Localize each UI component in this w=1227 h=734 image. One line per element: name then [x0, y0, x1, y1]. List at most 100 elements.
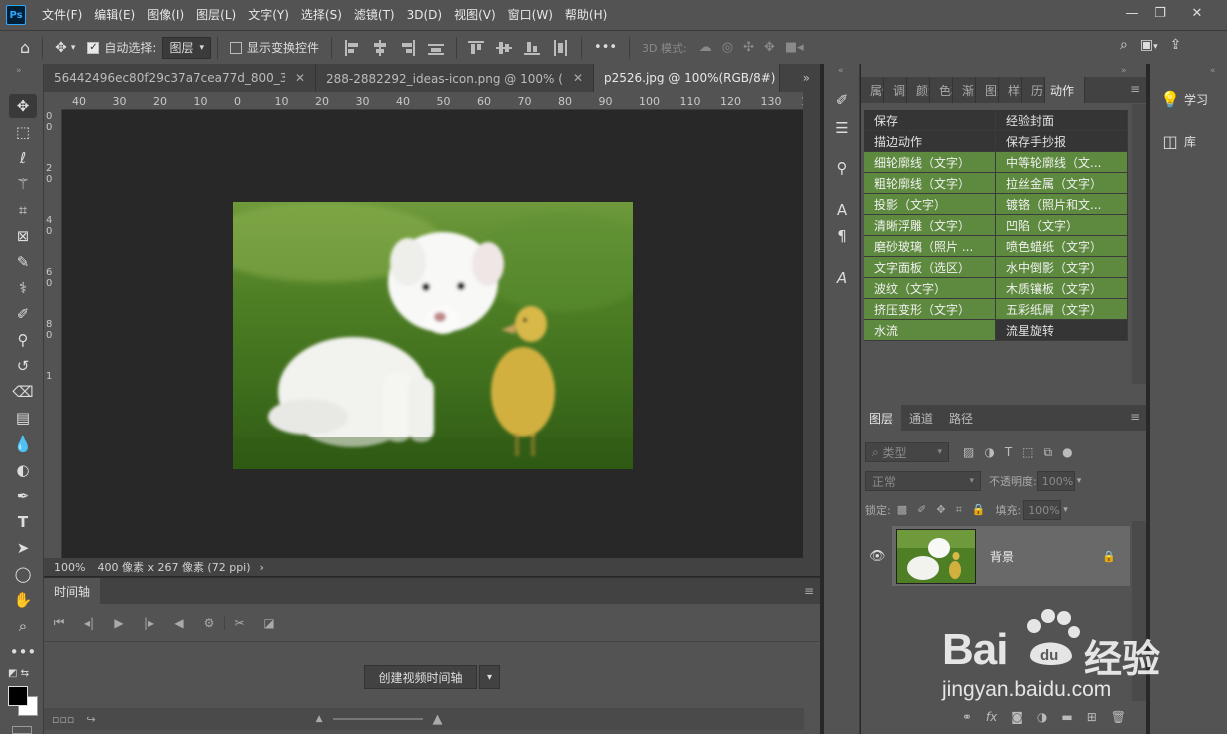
tab-gradients[interactable]: 渐变 — [953, 77, 976, 103]
blur-tool-icon[interactable]: 💧 — [9, 432, 37, 456]
prev-frame-icon[interactable]: ◂| — [74, 616, 104, 630]
close-tab-icon[interactable]: ✕ — [573, 71, 583, 85]
3d-slide-icon[interactable]: ✥ — [764, 40, 775, 55]
lock-all-icon[interactable]: 🔒 — [972, 503, 986, 517]
action-button[interactable]: 描边动作 — [864, 131, 996, 151]
action-button[interactable]: 喷色蜡纸（文字） — [996, 236, 1128, 256]
menu-filter[interactable]: 滤镜(T) — [348, 0, 401, 30]
tab-adjustments[interactable]: 调整 — [884, 77, 907, 103]
render-icon[interactable]: ↪ — [74, 713, 95, 726]
clone-source-icon[interactable]: ⚲ — [830, 156, 854, 180]
edit-toolbar-icon[interactable]: ••• — [9, 640, 37, 664]
fx-icon[interactable]: fx — [986, 710, 997, 724]
menu-edit[interactable]: 编辑(E) — [88, 0, 141, 30]
tab-history[interactable]: 历史 — [1022, 77, 1045, 103]
3d-scale-icon[interactable]: ■◂ — [785, 40, 804, 55]
split-icon[interactable]: ✂ — [224, 615, 254, 630]
close-tab-icon[interactable]: ✕ — [295, 71, 305, 85]
collapse-icon[interactable]: « — [838, 66, 844, 76]
action-button[interactable]: 五彩纸屑（文字） — [996, 299, 1128, 319]
create-video-timeline-button[interactable]: 创建视频时间轴 — [364, 665, 477, 689]
tab-channels[interactable]: 通道 — [901, 405, 941, 431]
action-button[interactable]: 凹陷（文字） — [996, 215, 1128, 235]
zoom-in-icon[interactable]: ▲ — [433, 712, 443, 727]
align-right-icon[interactable] — [399, 39, 417, 56]
lasso-tool-icon[interactable]: ℓ — [9, 146, 37, 170]
home-icon[interactable]: ⌂ — [14, 38, 36, 57]
tab-actions[interactable]: 动作 — [1045, 77, 1085, 103]
filter-toggle-icon[interactable]: ● — [1062, 445, 1072, 460]
restore-button[interactable]: ❐ — [1143, 0, 1177, 26]
zoom-out-icon[interactable]: ▲ — [316, 714, 323, 724]
show-transform-checkbox[interactable]: 显示变换控件 — [224, 39, 325, 56]
menu-file[interactable]: 文件(F) — [36, 0, 88, 30]
chevron-down-icon[interactable]: ▾ — [1077, 476, 1082, 486]
menu-window[interactable]: 窗口(W) — [502, 0, 559, 30]
brush-tool-icon[interactable]: ✐ — [9, 302, 37, 326]
align-bottom-icon[interactable] — [524, 40, 542, 56]
auto-select-dropdown[interactable]: 图层 ▾ — [162, 36, 212, 59]
new-group-icon[interactable]: ▬ — [1061, 710, 1072, 724]
panel-menu-icon[interactable]: ≡ — [804, 584, 820, 598]
crop-tool-icon[interactable]: ⌗ — [9, 198, 37, 222]
menu-3d[interactable]: 3D(D) — [401, 0, 448, 30]
clone-stamp-tool-icon[interactable]: ⚲ — [9, 328, 37, 352]
marquee-tool-icon[interactable]: ⬚ — [9, 120, 37, 144]
expand-icon[interactable]: » — [1121, 66, 1127, 76]
action-button[interactable]: 经验封面 — [996, 110, 1128, 130]
action-button[interactable]: 拉丝金属（文字） — [996, 173, 1128, 193]
3d-orbit-icon[interactable]: ☁ — [699, 40, 712, 55]
play-icon[interactable]: ▶ — [104, 616, 134, 630]
link-layers-icon[interactable]: ⚭ — [962, 710, 972, 724]
new-adjustment-layer-icon[interactable]: ◑ — [1037, 710, 1047, 724]
search-icon[interactable]: ⌕ — [1120, 37, 1128, 53]
menu-select[interactable]: 选择(S) — [295, 0, 348, 30]
zoom-tool-icon[interactable]: ⌕ — [9, 614, 37, 638]
new-layer-icon[interactable]: ⊞ — [1087, 710, 1097, 724]
zoom-slider[interactable] — [332, 718, 423, 720]
settings-icon[interactable]: ⚙ — [194, 616, 224, 630]
tab-properties[interactable]: 属性 — [861, 77, 884, 103]
quick-mask-icon[interactable] — [12, 726, 32, 734]
status-menu-arrow-icon[interactable]: › — [253, 561, 263, 574]
chevron-down-icon[interactable]: ▾ — [1063, 505, 1068, 515]
paragraph-icon[interactable]: ¶ — [830, 224, 854, 248]
move-tool-icon[interactable]: ✥ — [9, 94, 37, 118]
next-frame-icon[interactable]: |▸ — [134, 616, 164, 630]
menu-view[interactable]: 视图(V) — [448, 0, 502, 30]
document-image[interactable] — [233, 202, 633, 469]
tab-doc-3-active[interactable]: p2526.jpg @ 100%(RGB/8#)✕ — [594, 64, 780, 92]
action-button[interactable]: 粗轮廓线（文字） — [864, 173, 996, 193]
close-button[interactable]: ✕ — [1180, 0, 1214, 26]
add-mask-icon[interactable]: ◙ — [1011, 710, 1023, 724]
tab-patterns[interactable]: 图案 — [976, 77, 999, 103]
action-button[interactable]: 保存手抄报 — [996, 131, 1128, 151]
tab-doc-1[interactable]: 56442496ec80f29c37a7cea77d_800_375.jpg!c… — [44, 64, 316, 92]
collapse-icon[interactable]: « — [1210, 66, 1216, 76]
healing-brush-tool-icon[interactable]: ⚕ — [9, 276, 37, 300]
audio-icon[interactable]: ◀ — [164, 616, 194, 630]
action-button[interactable]: 投影（文字） — [864, 194, 996, 214]
adjustments-icon[interactable]: ☰ — [830, 116, 854, 140]
align-top-icon[interactable] — [468, 40, 486, 56]
fill-input[interactable]: 100% — [1023, 500, 1062, 520]
action-button[interactable]: 清晰浮雕（文字） — [864, 215, 996, 235]
tab-swatches[interactable]: 色板 — [930, 77, 953, 103]
path-selection-tool-icon[interactable]: ➤ — [9, 536, 37, 560]
layer-background[interactable]: 背景 🔒 — [892, 526, 1130, 586]
transition-icon[interactable]: ◪ — [254, 616, 284, 630]
tab-styles[interactable]: 样式 — [999, 77, 1022, 103]
convert-frame-icon[interactable]: ▫▫▫ — [44, 713, 74, 726]
filter-adjustment-icon[interactable]: ◑ — [984, 445, 994, 460]
character-icon[interactable]: A — [830, 198, 854, 222]
action-button[interactable]: 水中倒影（文字） — [996, 257, 1128, 277]
tab-paths[interactable]: 路径 — [941, 405, 981, 431]
distribute-vertical-icon[interactable] — [427, 40, 445, 56]
action-button[interactable]: 木质镶板（文字） — [996, 278, 1128, 298]
eyedropper-tool-icon[interactable]: ✎ — [9, 250, 37, 274]
more-tabs-icon[interactable]: » — [780, 64, 820, 92]
library-button[interactable]: ◫ 库 — [1156, 126, 1226, 156]
blend-mode-dropdown[interactable]: 正常 ▾ — [865, 471, 981, 491]
filter-shape-icon[interactable]: ⬚ — [1022, 445, 1033, 460]
chevron-down-icon[interactable]: ▾ — [479, 665, 500, 689]
